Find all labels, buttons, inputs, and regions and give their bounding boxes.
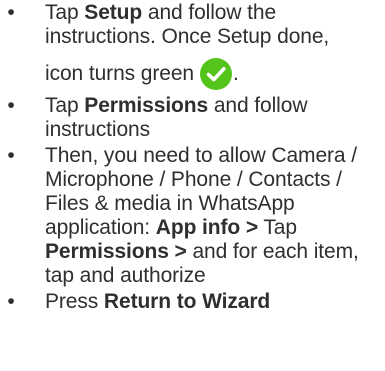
list-item-return: • Press Return to Wizard [0,290,385,314]
setup-label: Setup [84,1,143,24]
return-to-wizard-label: Return to Wizard [103,290,271,313]
step1-period: . [233,62,239,85]
bullet: • [7,94,15,117]
step4-text: Press Return to Wizard [45,290,270,313]
list-item-permissions: • Tap Permissions and follow instruction… [0,94,385,142]
app-info-label: App info > [155,216,259,239]
step2-pre: Tap [45,94,85,117]
step4-pre: Press [45,290,104,313]
permissions-arrow-label: Permissions > [45,240,187,263]
step2-text: Tap Permissions and follow instructions [45,94,307,141]
list-item-setup: • Tap Setup and follow the instructions.… [0,1,385,91]
bullet: • [7,1,15,24]
bullet: • [7,290,15,313]
step1-text: Tap Setup and follow the instructions. O… [45,1,329,48]
step1-pre: Tap [45,1,85,24]
green-check-circle-icon [200,58,232,90]
instruction-list: • Tap Setup and follow the instructions.… [0,1,385,314]
step3-mid: Tap [258,216,297,239]
step3-text: Then, you need to allow Camera / Microph… [45,144,359,287]
bullet: • [7,144,15,167]
permissions-label: Permissions [84,94,209,117]
step1-icon-text: icon turns green [45,62,194,85]
list-item-allow-permissions: • Then, you need to allow Camera / Micro… [0,144,385,288]
step1-icon-line: icon turns green . [45,57,379,91]
